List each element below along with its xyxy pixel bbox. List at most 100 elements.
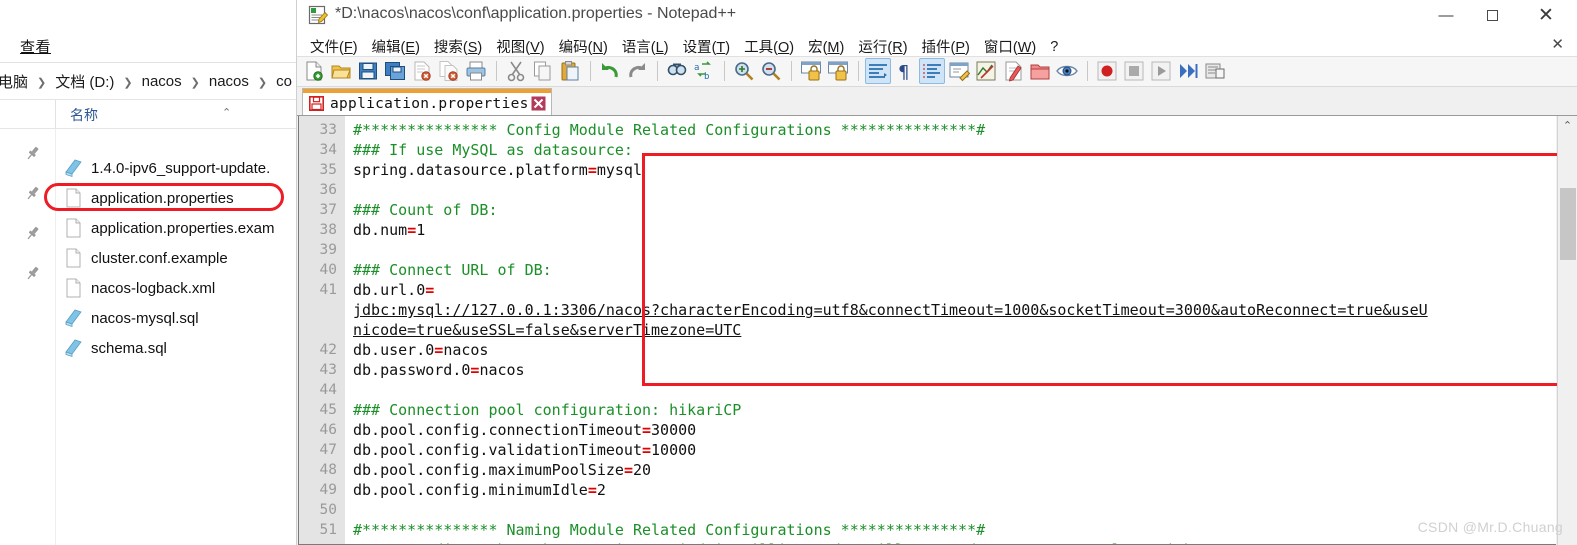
sort-ascending-icon: ⌃: [222, 107, 232, 119]
new-file-icon[interactable]: [301, 58, 327, 84]
explorer-ribbon: 查看: [0, 0, 300, 62]
close-document-icon: ✕: [1551, 36, 1564, 53]
tab-application-properties[interactable]: application.properties: [302, 88, 552, 116]
menu-bar: 文件(F) 编辑(E) 搜索(S) 视图(V) 编码(N) 语言(L) 设置(T…: [297, 30, 1577, 57]
tab-close-icon[interactable]: [531, 96, 546, 111]
breadcrumb-item-1[interactable]: 文档 (D:): [51, 71, 118, 92]
replace-icon[interactable]: ab: [691, 58, 717, 84]
pin-icon: [24, 145, 41, 162]
pin-icon: [24, 185, 41, 202]
line-number: 40: [319, 262, 337, 278]
zoom-out-icon[interactable]: [758, 58, 784, 84]
text-file-icon: [62, 247, 84, 269]
open-file-icon[interactable]: [328, 58, 354, 84]
code-line-33: #*************** Config Module Related C…: [353, 121, 986, 139]
word-wrap-icon[interactable]: [865, 58, 891, 84]
toolbar-separator: [1087, 61, 1088, 81]
play-macro-icon[interactable]: [1148, 58, 1174, 84]
tab-label: application.properties: [330, 95, 529, 112]
start-record-macro-icon[interactable]: [1094, 58, 1120, 84]
svg-text:¶: ¶: [898, 62, 909, 82]
list-item[interactable]: cluster.conf.example: [62, 245, 228, 271]
line-number: 33: [319, 122, 337, 138]
toolbar-separator: [496, 61, 497, 81]
code-line-40: ### Connect URL of DB:: [353, 261, 552, 279]
list-item[interactable]: schema.sql: [62, 335, 167, 361]
redo-icon[interactable]: [624, 58, 650, 84]
monitoring-icon[interactable]: [1054, 58, 1080, 84]
undo-icon[interactable]: [597, 58, 623, 84]
sql-file-icon: [62, 307, 84, 329]
selected-file-highlight-box: [44, 183, 284, 211]
cut-icon[interactable]: [503, 58, 529, 84]
code-text-area[interactable]: #*************** Config Module Related C…: [347, 116, 1556, 544]
line-number: 48: [319, 462, 337, 478]
find-icon[interactable]: [664, 58, 690, 84]
list-item[interactable]: application.properties.exam: [62, 215, 274, 241]
copy-icon[interactable]: [530, 58, 556, 84]
chevron-right-icon: ❯: [123, 77, 133, 89]
document-map-icon[interactable]: [973, 58, 999, 84]
close-file-icon[interactable]: [409, 58, 435, 84]
folder-as-workspace-icon[interactable]: [1027, 58, 1053, 84]
save-all-icon[interactable]: [382, 58, 408, 84]
ribbon-tab-view[interactable]: 查看: [20, 36, 51, 57]
code-line-43: db.password.0=nacos: [353, 361, 525, 379]
line-number: 45: [319, 402, 337, 418]
code-line-41-wrap-1: jdbc:mysql://127.0.0.1:3306/nacos?charac…: [353, 301, 1428, 319]
explorer-column-header: 名称 ⌃: [0, 100, 300, 128]
breadcrumb-item-2[interactable]: nacos: [138, 73, 186, 90]
save-icon[interactable]: [355, 58, 381, 84]
line-number: 46: [319, 422, 337, 438]
indent-guide-icon[interactable]: [919, 58, 945, 84]
line-number: 43: [319, 362, 337, 378]
sync-horizontal-scroll-icon[interactable]: [825, 58, 851, 84]
close-all-icon[interactable]: [436, 58, 462, 84]
chevron-right-icon: ❯: [37, 77, 47, 89]
maximize-button[interactable]: [1469, 0, 1515, 30]
line-number: 35: [319, 162, 337, 178]
function-list-icon[interactable]: [1000, 58, 1026, 84]
show-all-characters-icon[interactable]: ¶: [892, 58, 918, 84]
code-editor[interactable]: 33 34 35 36 37 38 39 40 41 42 43 44 45 4…: [298, 116, 1556, 545]
run-macro-multiple-icon[interactable]: [1175, 58, 1201, 84]
sync-vertical-scroll-icon[interactable]: [798, 58, 824, 84]
column-header-name[interactable]: 名称: [70, 105, 98, 125]
scroll-up-arrow-icon[interactable]: ⌃: [1558, 116, 1577, 135]
line-number: 39: [319, 242, 337, 258]
breadcrumb-item-4[interactable]: co: [272, 73, 296, 90]
toolbar-separator: [590, 61, 591, 81]
code-line-37: ### Count of DB:: [353, 201, 498, 219]
list-item[interactable]: 1.4.0-ipv6_support-update.: [62, 155, 270, 181]
toolbar-separator: [724, 61, 725, 81]
code-line-46: db.pool.config.connectionTimeout=30000: [353, 421, 697, 439]
close-document-button[interactable]: ✕: [1551, 35, 1564, 53]
zoom-in-icon[interactable]: [731, 58, 757, 84]
line-number: 36: [319, 182, 337, 198]
line-number: 38: [319, 222, 337, 238]
line-number: 34: [319, 142, 337, 158]
save-macro-icon[interactable]: [1202, 58, 1228, 84]
breadcrumb-item-3[interactable]: nacos: [205, 73, 253, 90]
code-line-34: ### If use MySQL as datasource:: [353, 141, 633, 159]
print-icon[interactable]: [463, 58, 489, 84]
minimize-button[interactable]: —: [1423, 0, 1469, 30]
breadcrumb: 电脑 ❯ 文档 (D:) ❯ nacos ❯ nacos ❯ co: [0, 71, 296, 92]
pin-icon: [24, 265, 41, 282]
list-item[interactable]: nacos-logback.xml: [62, 275, 215, 301]
text-file-icon: [62, 217, 84, 239]
list-item[interactable]: nacos-mysql.sql: [62, 305, 199, 331]
code-line-49: db.pool.config.minimumIdle=2: [353, 481, 606, 499]
editor-vertical-scrollbar[interactable]: ⌃: [1557, 116, 1577, 545]
scrollbar-thumb[interactable]: [1560, 188, 1576, 260]
code-line-51: #*************** Naming Module Related C…: [353, 521, 986, 539]
menu-item-help[interactable]: ?: [1043, 37, 1065, 57]
explorer-address-bar[interactable]: 电脑 ❯ 文档 (D:) ❯ nacos ❯ nacos ❯ co: [0, 63, 300, 99]
window-title: *D:\nacos\nacos\conf\application.propert…: [335, 5, 737, 22]
close-window-button[interactable]: ✕: [1523, 0, 1569, 30]
paste-icon[interactable]: [557, 58, 583, 84]
breadcrumb-item-0[interactable]: 电脑: [0, 71, 32, 92]
user-defined-language-icon[interactable]: [946, 58, 972, 84]
toolbar-separator: [858, 61, 859, 81]
stop-record-macro-icon[interactable]: [1121, 58, 1147, 84]
